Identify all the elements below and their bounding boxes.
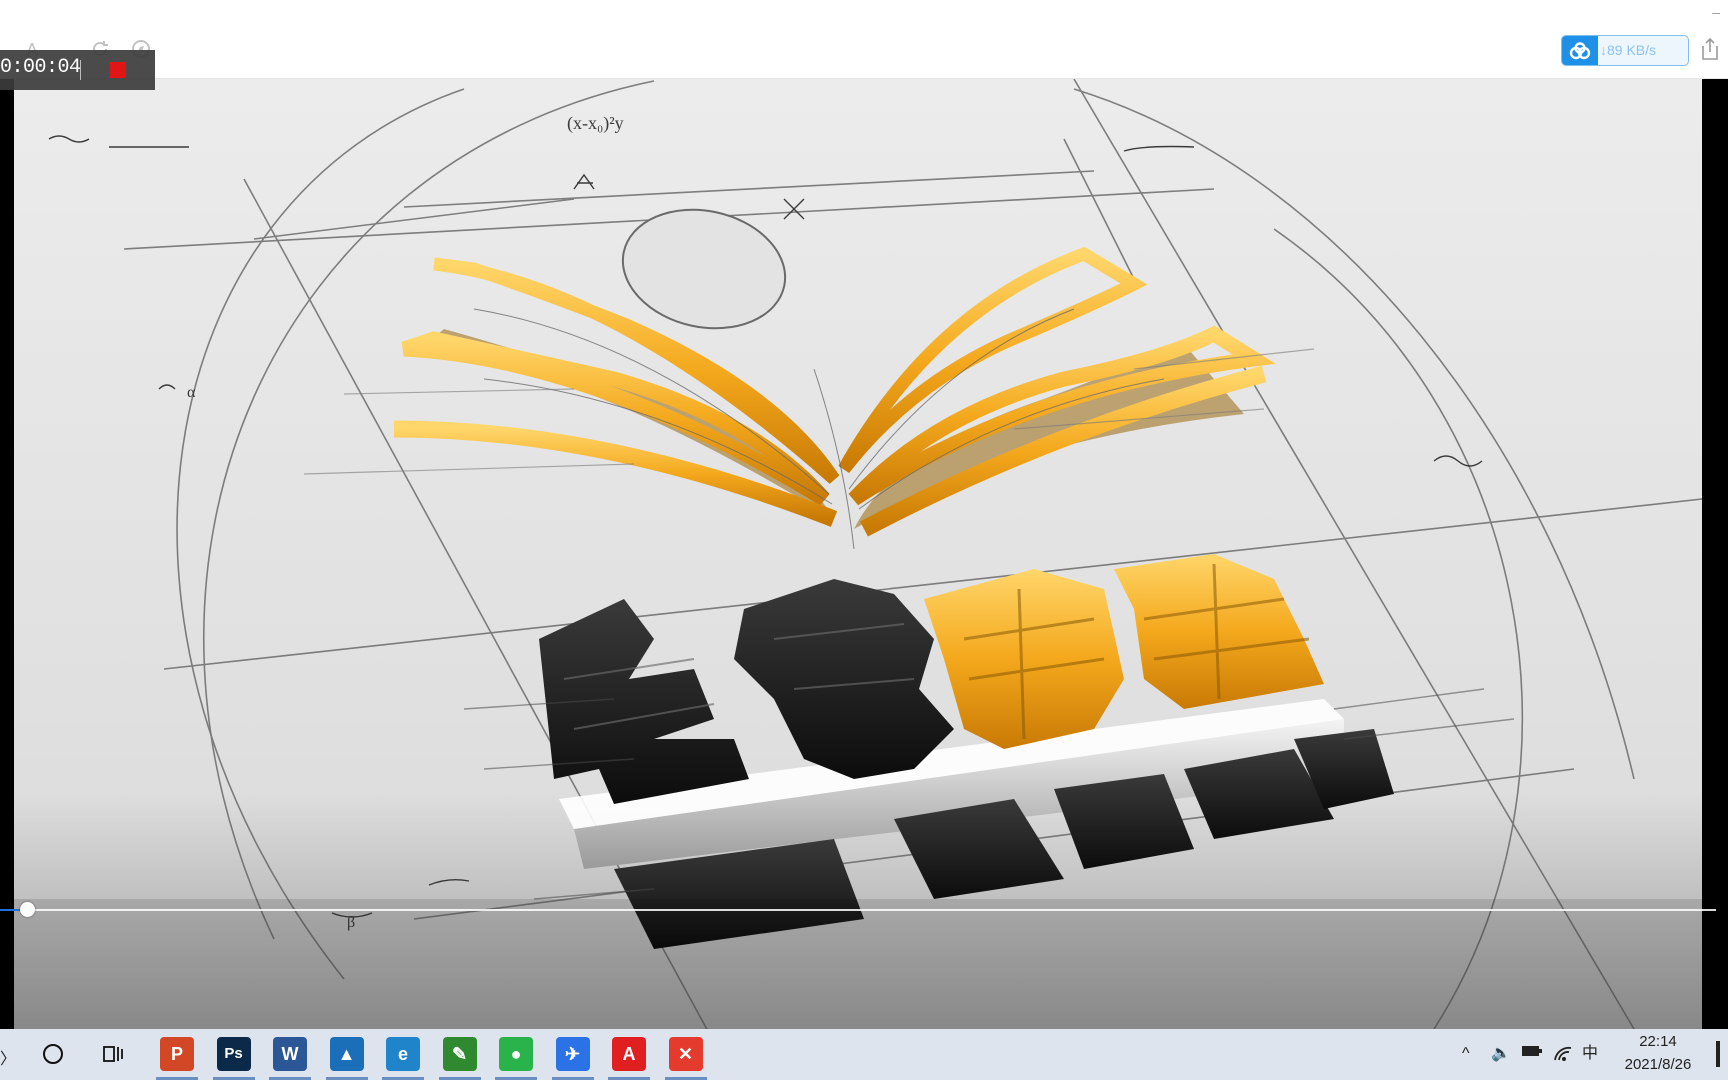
clock-date[interactable]: 2021/8/26 xyxy=(1608,1056,1708,1073)
stop-recording-button[interactable] xyxy=(110,62,126,78)
taskbar-app-feishu[interactable]: ✈ xyxy=(555,1037,590,1071)
share-icon[interactable] xyxy=(1699,36,1721,64)
taskbar-app-photoshop[interactable]: Ps xyxy=(216,1037,251,1071)
video-progress-track[interactable] xyxy=(0,909,1716,911)
taskbar-app-app-green[interactable]: ✎ xyxy=(442,1037,477,1071)
taskbar-app-edge[interactable]: e xyxy=(386,1037,420,1071)
start-edge-glyph[interactable]: 〉 xyxy=(0,1045,16,1069)
video-frame-logo-sketch: (x-x₀)²y α β xyxy=(14,79,1702,1029)
windows-taskbar: 〉 P Ps W ▲ e ✎ ● ✈ A ✕ ^ 🔈 中 22:14 2021/8/26 xyxy=(0,1029,1728,1080)
tray-overflow-chevron[interactable]: ^ xyxy=(1462,1044,1470,1064)
taskbar-app-powerpoint[interactable]: P xyxy=(160,1037,194,1071)
minimize-button[interactable]: – xyxy=(1712,4,1720,20)
taskbar-app-wechat[interactable]: ● xyxy=(499,1037,533,1071)
taskbar-app-wps[interactable]: ✕ xyxy=(668,1037,703,1071)
wifi-icon[interactable] xyxy=(1553,1044,1573,1068)
baidu-cloud-icon xyxy=(1562,36,1598,65)
sketch-alpha-annotation: α xyxy=(187,384,196,401)
taskbar-app-word[interactable]: W xyxy=(273,1037,307,1071)
task-view-icon[interactable] xyxy=(102,1045,126,1063)
recording-timer: 0:00:04 xyxy=(0,56,81,79)
download-speed-widget[interactable]: ↓89 KB/s xyxy=(1561,35,1689,66)
volume-icon[interactable]: 🔈 xyxy=(1491,1044,1511,1064)
cortana-circle-icon[interactable] xyxy=(43,1044,63,1064)
video-progress-handle[interactable] xyxy=(20,902,35,917)
letterbox-right xyxy=(1702,79,1728,1029)
ime-indicator[interactable]: 中 xyxy=(1582,1044,1598,1064)
sketch-formula-annotation: (x-x₀)²y xyxy=(567,113,624,134)
taskbar-app-photos[interactable]: ▲ xyxy=(329,1037,364,1071)
clock-time[interactable]: 22:14 xyxy=(1628,1033,1688,1050)
download-speed-label: ↓89 KB/s xyxy=(1600,42,1657,58)
video-player[interactable]: (x-x₀)²y α β xyxy=(14,79,1702,1029)
show-desktop-edge[interactable] xyxy=(1716,1041,1720,1067)
recorder-divider xyxy=(80,60,81,80)
browser-toolbar: A – ↓89 KB/s xyxy=(0,0,1728,79)
letterbox-left xyxy=(0,79,14,1029)
taskbar-app-acrobat[interactable]: A xyxy=(612,1037,646,1071)
battery-icon[interactable] xyxy=(1521,1044,1543,1064)
screen-recorder-panel: 0:00:04 xyxy=(0,50,155,90)
